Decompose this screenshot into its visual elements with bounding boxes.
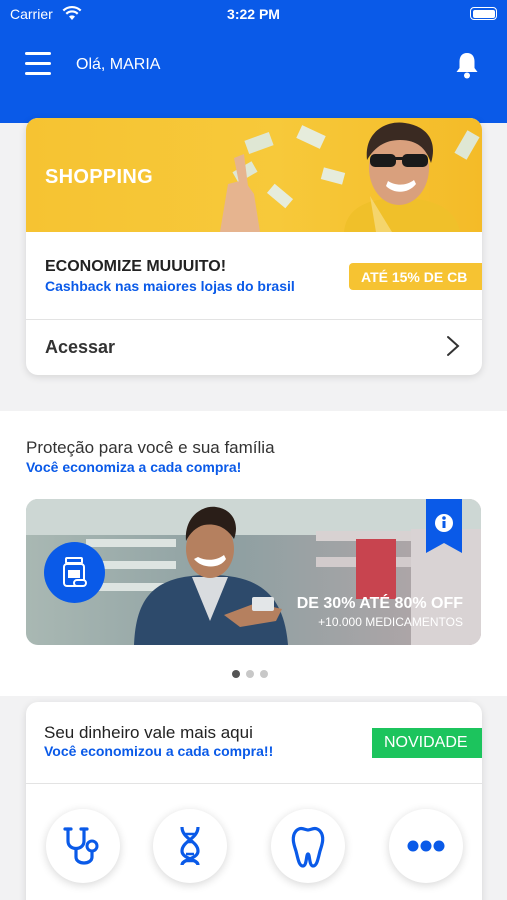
carousel-dot-2[interactable] (246, 670, 254, 678)
pharmacy-banner[interactable]: DE 30% ATÉ 80% OFF +10.000 MEDICAMENTOS (26, 499, 481, 645)
shopping-promo-image (220, 122, 480, 232)
shopping-card: SHOPPING ECONOMIZE MUUUITO! Cashback nas… (26, 118, 482, 375)
service-medical-button[interactable] (46, 809, 120, 883)
carousel-dot-1[interactable] (232, 670, 240, 678)
greeting-text: Olá, MARIA (76, 56, 161, 73)
pill-bottle-badge (44, 542, 105, 603)
access-button[interactable]: Acessar (26, 320, 482, 375)
pill-bottle-icon (63, 557, 87, 587)
shopping-banner-title: SHOPPING (45, 166, 153, 188)
new-badge: NOVIDADE (372, 728, 482, 758)
menu-button[interactable] (25, 52, 51, 76)
protection-title: Proteção para você e sua família (26, 438, 275, 457)
shopping-subtitle: Cashback nas maiores lojas do brasil (45, 278, 295, 294)
chevron-right-icon (447, 336, 460, 356)
savings-subtitle: Você economizou a cada compra!! (44, 743, 274, 759)
shopping-headline: ECONOMIZE MUUUITO! (45, 258, 227, 275)
cashback-badge: ATÉ 15% DE CB (349, 263, 482, 290)
card-divider (26, 783, 482, 784)
shopping-banner[interactable]: SHOPPING (26, 118, 482, 232)
status-bar: Carrier 3:22 PM (0, 0, 507, 30)
app-header: Carrier 3:22 PM Olá, MARIA (0, 0, 507, 123)
more-icon (407, 840, 445, 852)
notification-bell-icon[interactable] (454, 51, 480, 79)
status-time: 3:22 PM (227, 6, 280, 22)
service-dna-button[interactable] (153, 809, 227, 883)
tooth-icon (291, 826, 325, 868)
pharmacy-subtitle: +10.000 MEDICAMENTOS (318, 615, 463, 629)
access-label: Acessar (45, 337, 116, 357)
service-more-button[interactable] (389, 809, 463, 883)
info-ribbon-icon[interactable] (426, 499, 462, 553)
stethoscope-icon (63, 827, 99, 865)
dna-icon (180, 826, 200, 866)
battery-icon (470, 7, 497, 20)
carousel-dot-3[interactable] (260, 670, 268, 678)
protection-section: Proteção para você e sua família Você ec… (0, 411, 507, 696)
pharmacy-headline: DE 30% ATÉ 80% OFF (296, 595, 463, 612)
savings-card: Seu dinheiro vale mais aqui Você economi… (26, 702, 482, 900)
service-dental-button[interactable] (271, 809, 345, 883)
savings-title: Seu dinheiro vale mais aqui (44, 723, 253, 742)
protection-subtitle: Você economiza a cada compra! (26, 459, 242, 475)
